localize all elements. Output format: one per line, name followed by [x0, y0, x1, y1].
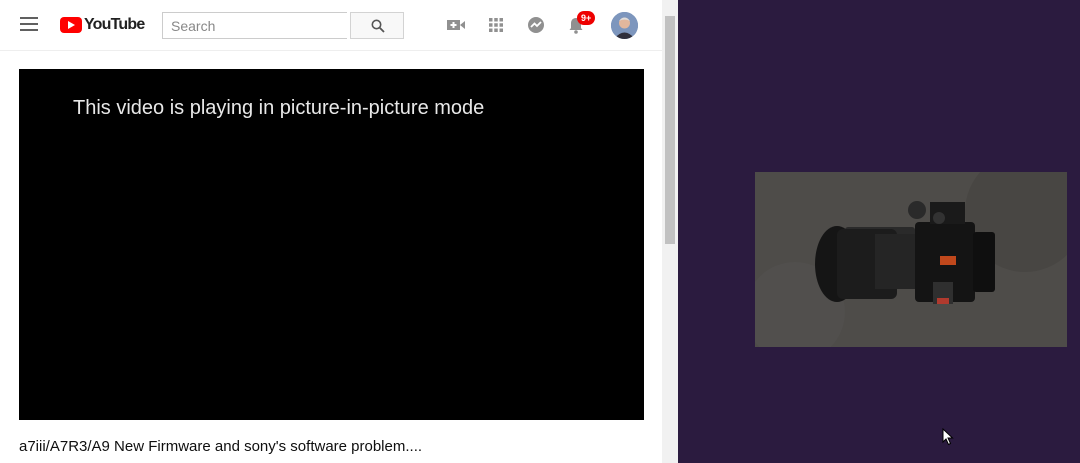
camera-video-frame: [755, 172, 1067, 347]
mouse-cursor-icon: [942, 428, 954, 446]
search-icon: [371, 19, 385, 33]
apps-icon[interactable]: [486, 15, 506, 35]
search-button[interactable]: [350, 12, 404, 39]
search-input[interactable]: [162, 12, 347, 39]
youtube-logo[interactable]: YouTube: [60, 15, 145, 35]
video-player[interactable]: This video is playing in picture-in-pict…: [19, 69, 644, 420]
notification-badge: 9+: [577, 11, 596, 25]
youtube-window: YouTube 9+ This video is playing in pict…: [0, 0, 678, 463]
masthead: YouTube 9+: [0, 0, 662, 51]
logo-text: YouTube: [84, 16, 145, 33]
avatar[interactable]: [611, 12, 638, 39]
pip-message: This video is playing in picture-in-pict…: [73, 97, 485, 119]
scrollbar-thumb[interactable]: [665, 16, 675, 244]
video-title[interactable]: a7iii/A7R3/A9 New Firmware and sony's so…: [19, 438, 422, 455]
menu-icon[interactable]: [20, 17, 38, 31]
create-video-icon[interactable]: [446, 15, 466, 35]
picture-in-picture-window[interactable]: [755, 172, 1067, 347]
scrollbar[interactable]: [662, 0, 678, 463]
messages-icon[interactable]: [526, 15, 546, 35]
youtube-play-icon: [60, 17, 82, 33]
